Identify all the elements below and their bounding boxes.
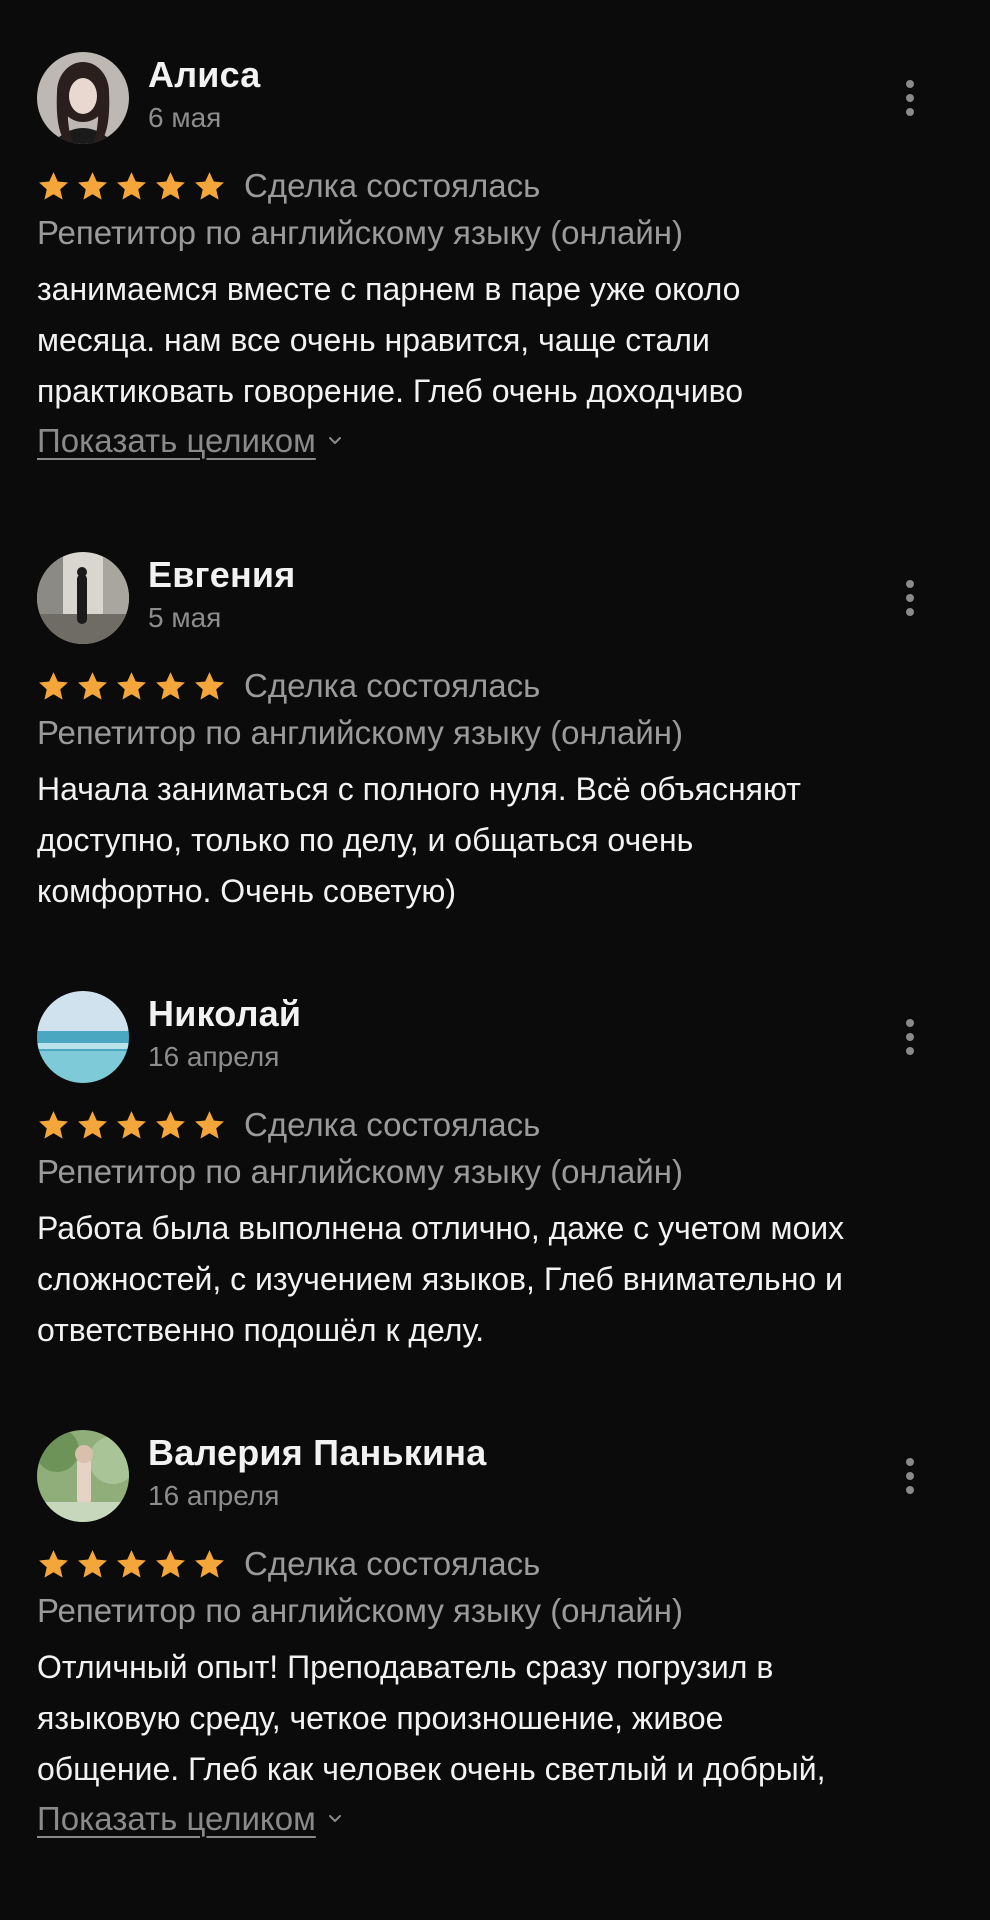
more-menu-button[interactable] bbox=[896, 1015, 924, 1059]
star-icon bbox=[193, 1548, 226, 1581]
review-text-line: Начала заниматься с полного нуля. Всё об… bbox=[37, 771, 801, 807]
star-icon bbox=[115, 1109, 148, 1142]
review-card: Алиса 6 мая Сделка состоялась Репетитор … bbox=[37, 36, 953, 476]
avatar[interactable] bbox=[37, 991, 129, 1083]
review-text-line: сложностей, с изучением языков, Глеб вни… bbox=[37, 1261, 843, 1297]
star-icon bbox=[76, 1109, 109, 1142]
chevron-down-icon bbox=[328, 436, 342, 446]
review-text-line: месяца. нам все очень нравится, чаще ста… bbox=[37, 322, 710, 358]
rating-row: Сделка состоялась bbox=[37, 664, 540, 708]
rating-row: Сделка состоялась bbox=[37, 1542, 540, 1586]
star-icon bbox=[37, 1109, 70, 1142]
review-text-line: общение. Глеб как человек очень светлый … bbox=[37, 1751, 826, 1787]
more-menu-button[interactable] bbox=[896, 76, 924, 120]
deal-status: Сделка состоялась bbox=[244, 667, 541, 704]
review-text-line: ответственно подошёл к делу. bbox=[37, 1312, 485, 1348]
more-vertical-icon bbox=[906, 580, 914, 588]
author-name: Евгения bbox=[148, 554, 296, 595]
star-icon bbox=[115, 670, 148, 703]
deal-status: Сделка состоялась bbox=[244, 1545, 541, 1582]
avatar[interactable] bbox=[37, 52, 129, 144]
avatar[interactable] bbox=[37, 1430, 129, 1522]
menu-dot bbox=[906, 1486, 914, 1494]
author-name: Алиса bbox=[148, 54, 261, 95]
more-vertical-icon bbox=[906, 80, 914, 88]
deal-status: Сделка состоялась bbox=[244, 167, 541, 204]
star-rating bbox=[37, 1109, 232, 1142]
show-more-button[interactable]: Показать целиком bbox=[37, 1800, 342, 1838]
rating-row: Сделка состоялась bbox=[37, 1103, 540, 1147]
service-name: Репетитор по английскому языку (онлайн) bbox=[37, 714, 684, 751]
reviews-list: Алиса 6 мая Сделка состоялась Репетитор … bbox=[0, 0, 990, 1920]
menu-dot bbox=[906, 1472, 914, 1480]
review-card: Евгения 5 мая Сделка состоялась Репетито… bbox=[37, 536, 953, 916]
more-vertical-icon bbox=[906, 1019, 914, 1027]
menu-dot bbox=[906, 94, 914, 102]
rating-row: Сделка состоялась bbox=[37, 164, 540, 208]
menu-dot bbox=[906, 1033, 914, 1041]
show-more-label[interactable]: Показать целиком bbox=[37, 1800, 316, 1838]
star-icon bbox=[76, 1548, 109, 1581]
service-name: Репетитор по английскому языку (онлайн) bbox=[37, 214, 684, 251]
star-icon bbox=[154, 1548, 187, 1581]
review-text-line: Отличный опыт! Преподаватель сразу погру… bbox=[37, 1649, 774, 1685]
star-icon bbox=[154, 670, 187, 703]
review-text-line: практиковать говорение. Глеб очень доход… bbox=[37, 373, 743, 409]
service-name: Репетитор по английскому языку (онлайн) bbox=[37, 1153, 684, 1190]
review-text-line: Работа была выполнена отлично, даже с уч… bbox=[37, 1210, 845, 1246]
star-icon bbox=[193, 670, 226, 703]
review-text: Начала заниматься с полного нуля. Всё об… bbox=[37, 764, 953, 917]
review-date: 6 мая bbox=[148, 102, 222, 133]
chevron-down-icon bbox=[328, 1814, 342, 1824]
star-rating bbox=[37, 170, 232, 203]
star-icon bbox=[115, 170, 148, 203]
star-rating bbox=[37, 1548, 232, 1581]
star-icon bbox=[76, 670, 109, 703]
star-icon bbox=[76, 170, 109, 203]
star-icon bbox=[193, 1109, 226, 1142]
avatar[interactable] bbox=[37, 552, 129, 644]
deal-status: Сделка состоялась bbox=[244, 1106, 541, 1143]
more-menu-button[interactable] bbox=[896, 1454, 924, 1498]
review-text: Отличный опыт! Преподаватель сразу погру… bbox=[37, 1642, 953, 1795]
author-name: Николай bbox=[148, 993, 302, 1034]
review-text: занимаемся вместе с парнем в паре уже ок… bbox=[37, 264, 953, 417]
review-card: Николай 16 апреля Сделка состоялась Репе… bbox=[37, 975, 953, 1355]
menu-dot bbox=[906, 1047, 914, 1055]
show-more-label[interactable]: Показать целиком bbox=[37, 422, 316, 460]
show-more-button[interactable]: Показать целиком bbox=[37, 422, 342, 460]
more-vertical-icon bbox=[906, 1458, 914, 1466]
menu-dot bbox=[906, 608, 914, 616]
review-text-line: занимаемся вместе с парнем в паре уже ок… bbox=[37, 271, 741, 307]
review-text-line: комфортно. Очень советую) bbox=[37, 873, 457, 909]
star-icon bbox=[37, 670, 70, 703]
author-name: Валерия Панькина bbox=[148, 1432, 487, 1473]
star-icon bbox=[37, 170, 70, 203]
review-text-line: языковую среду, четкое произношение, жив… bbox=[37, 1700, 724, 1736]
star-rating bbox=[37, 670, 232, 703]
service-name: Репетитор по английскому языку (онлайн) bbox=[37, 1592, 684, 1629]
star-icon bbox=[193, 170, 226, 203]
star-icon bbox=[115, 1548, 148, 1581]
menu-dot bbox=[906, 108, 914, 116]
review-date: 16 апреля bbox=[148, 1480, 280, 1511]
review-text-line: доступно, только по делу, и общаться оче… bbox=[37, 822, 694, 858]
star-icon bbox=[154, 170, 187, 203]
more-menu-button[interactable] bbox=[896, 576, 924, 620]
star-icon bbox=[37, 1548, 70, 1581]
review-card: Валерия Панькина 16 апреля Сделка состоя… bbox=[37, 1414, 953, 1864]
menu-dot bbox=[906, 594, 914, 602]
review-text: Работа была выполнена отлично, даже с уч… bbox=[37, 1203, 953, 1356]
review-date: 5 мая bbox=[148, 602, 222, 633]
star-icon bbox=[154, 1109, 187, 1142]
review-date: 16 апреля bbox=[148, 1041, 280, 1072]
